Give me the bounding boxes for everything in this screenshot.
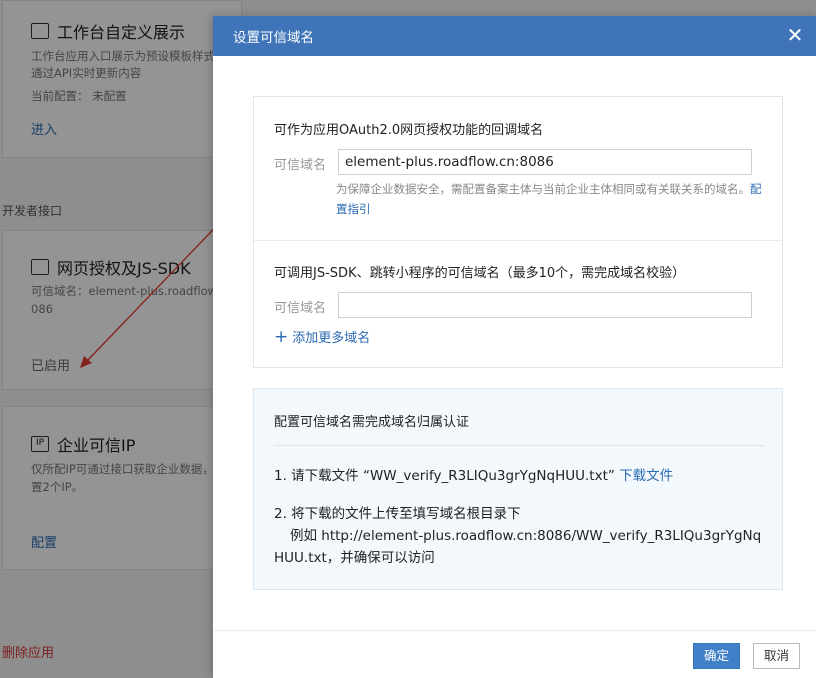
add-more-domains-button[interactable]: + 添加更多域名	[274, 327, 370, 346]
verification-step-2: 2. 将下载的文件上传至填写域名根目录下	[274, 506, 521, 522]
domain-config-box: 可作为应用OAuth2.0网页授权功能的回调域名 可信域名 为保障企业数据安全，…	[253, 96, 783, 368]
domain-verification-box: 配置可信域名需完成域名归属认证 1. 请下载文件 “WW_verify_R3LI…	[253, 388, 783, 590]
plus-icon: +	[274, 326, 289, 347]
confirm-button[interactable]: 确定	[693, 643, 741, 669]
jssdk-domain-label: 可信域名	[274, 301, 327, 316]
download-file-link[interactable]: 下载文件	[619, 468, 673, 484]
oauth-domain-label: 可信域名	[274, 158, 327, 173]
trusted-domain-dialog: 设置可信域名 ✕ 可作为应用OAuth2.0网页授权功能的回调域名 可信域名 为…	[213, 16, 816, 678]
section-divider	[254, 240, 782, 241]
verification-title: 配置可信域名需完成域名归属认证	[274, 415, 470, 430]
dialog-title: 设置可信域名	[233, 30, 314, 46]
oauth-domain-input[interactable]	[338, 149, 752, 175]
verification-divider	[274, 445, 764, 446]
dialog-footer: 确定 取消	[213, 630, 816, 678]
cancel-button[interactable]: 取消	[753, 643, 801, 669]
jssdk-section-title: 可调用JS-SDK、跳转小程序的可信域名（最多10个，需完成域名校验）	[274, 266, 686, 281]
close-icon[interactable]: ✕	[784, 24, 806, 46]
dialog-header: 设置可信域名 ✕	[213, 16, 816, 56]
oauth-section-title: 可作为应用OAuth2.0网页授权功能的回调域名	[274, 123, 544, 138]
jssdk-domain-input[interactable]	[338, 292, 752, 318]
verification-example: 例如 http://element-plus.roadflow.cn:8086/…	[274, 528, 762, 566]
verification-step-1: 1. 请下载文件 “WW_verify_R3LIQu3grYgNqHUU.txt…	[274, 468, 674, 484]
oauth-domain-hint: 为保障企业数据安全，需配置备案主体与当前企业主体相同或有关联关系的域名。配置指引	[336, 182, 762, 216]
